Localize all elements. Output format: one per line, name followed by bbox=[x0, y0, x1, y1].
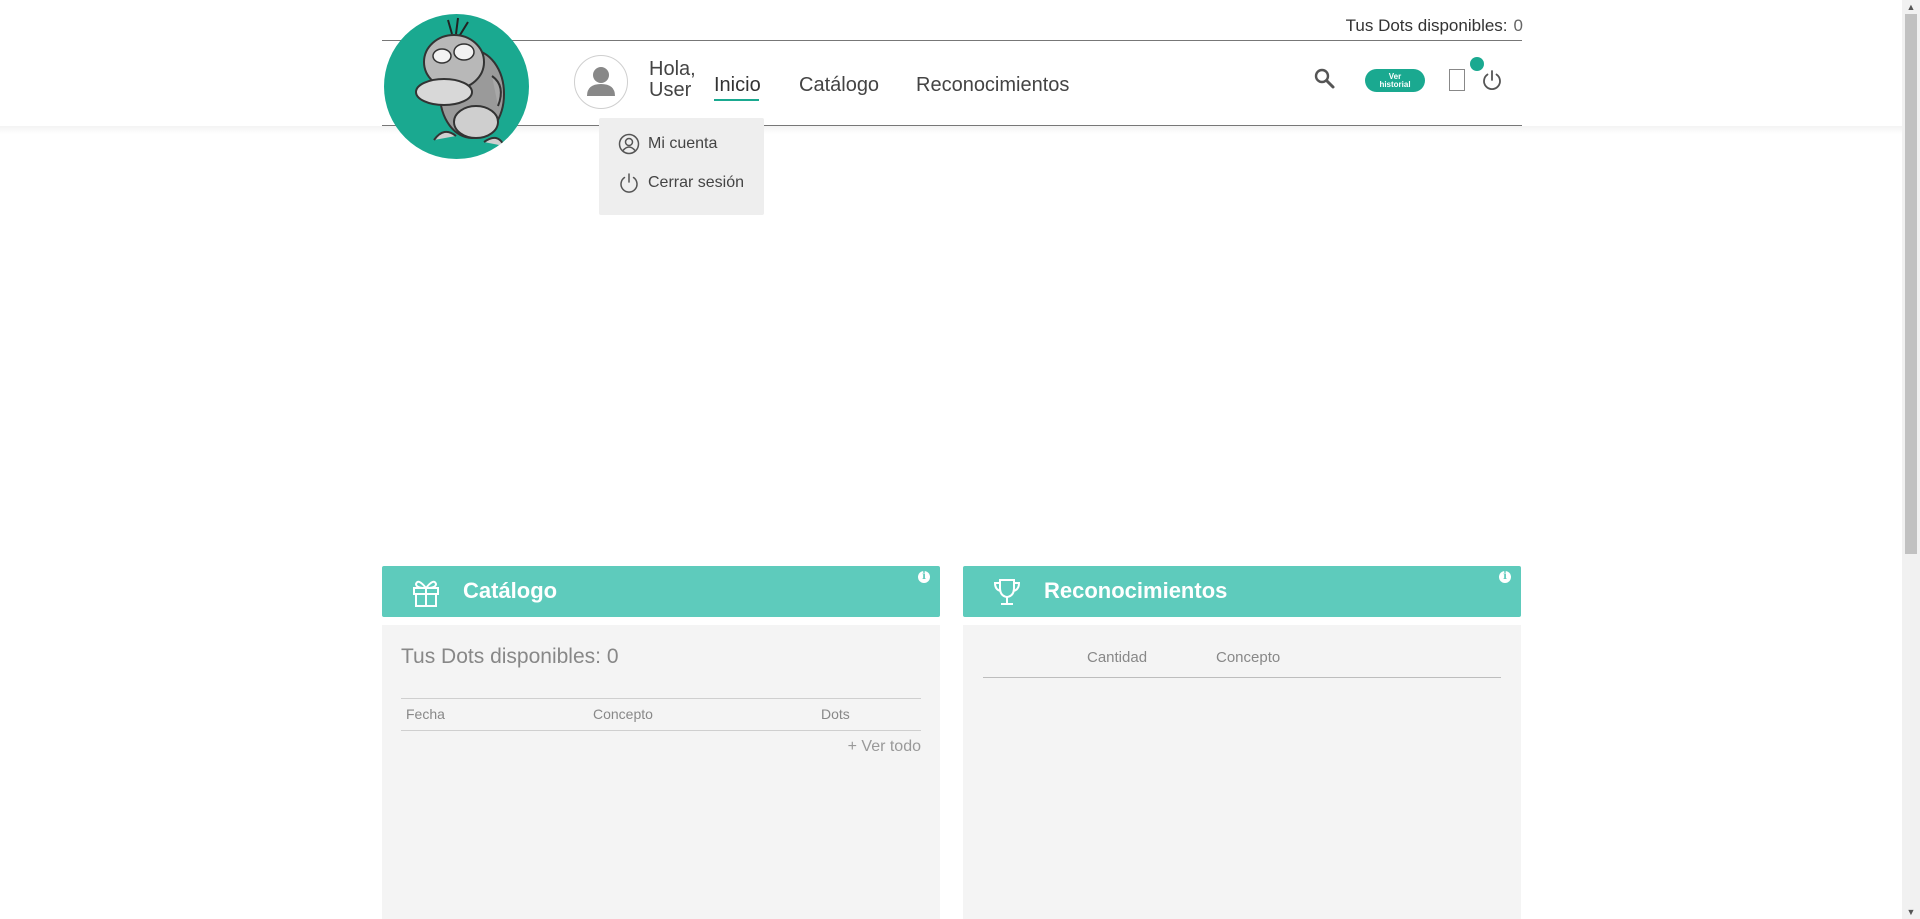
greeting-line-1: Hola, bbox=[649, 58, 696, 80]
ver-historial-button[interactable]: Ver historial bbox=[1365, 69, 1425, 92]
catalogo-panel-header: Catálogo i bbox=[382, 566, 940, 617]
nav-reconocimientos[interactable]: Reconocimientos bbox=[916, 74, 1069, 97]
duck-mascot-icon bbox=[415, 17, 505, 147]
menu-item-label: Cerrar sesión bbox=[648, 174, 745, 191]
brand-logo[interactable] bbox=[384, 14, 529, 159]
reconocimientos-panel-body: Cantidad Concepto bbox=[963, 625, 1521, 919]
catalogo-panel-title: Catálogo bbox=[463, 578, 558, 603]
menu-item-mi-cuenta[interactable]: Mi cuenta bbox=[618, 133, 717, 155]
table-divider bbox=[983, 677, 1501, 678]
reconocimientos-panel-header: Reconocimientos i bbox=[963, 566, 1521, 617]
nav-inicio[interactable]: Inicio bbox=[714, 74, 761, 97]
user-silhouette-icon bbox=[587, 67, 615, 96]
info-icon[interactable]: i bbox=[1499, 571, 1511, 583]
power-icon bbox=[620, 173, 638, 193]
catalogo-dots-available: Tus Dots disponibles: 0 bbox=[401, 645, 619, 668]
user-circle-icon bbox=[618, 133, 640, 155]
catalogo-panel-body: Tus Dots disponibles: 0 Fecha Concepto D… bbox=[382, 625, 940, 919]
greeting-username: User bbox=[649, 79, 692, 101]
gift-icon bbox=[413, 580, 439, 607]
nav-catalogo[interactable]: Catálogo bbox=[799, 74, 879, 97]
scroll-up-arrow-icon[interactable]: ▲ bbox=[1902, 0, 1920, 14]
trophy-icon bbox=[993, 579, 1021, 605]
dots-available-value: 0 bbox=[1513, 16, 1523, 35]
nav-active-indicator bbox=[714, 99, 759, 101]
ver-todo-link[interactable]: + Ver todo bbox=[848, 738, 921, 756]
header-divider-top bbox=[382, 40, 1522, 41]
column-header-concepto: Concepto bbox=[593, 706, 653, 722]
user-avatar[interactable] bbox=[574, 55, 628, 109]
column-header-fecha: Fecha bbox=[406, 706, 445, 722]
menu-item-cerrar-sesion[interactable]: Cerrar sesión bbox=[618, 172, 744, 194]
dots-available-top: Tus Dots disponibles: 0 bbox=[1346, 16, 1523, 36]
column-header-cantidad: Cantidad bbox=[1087, 649, 1148, 666]
header-shadow bbox=[0, 126, 1902, 134]
reconocimientos-panel-title: Reconocimientos bbox=[1044, 578, 1228, 603]
dots-available-label: Tus Dots disponibles: bbox=[1345, 16, 1508, 35]
scrollbar-thumb[interactable] bbox=[1905, 14, 1917, 554]
info-icon[interactable]: i bbox=[918, 571, 930, 583]
search-icon[interactable] bbox=[1313, 67, 1337, 91]
column-header-dots: Dots bbox=[821, 706, 850, 722]
user-greeting: Hola, User bbox=[649, 59, 696, 101]
device-icon[interactable] bbox=[1449, 69, 1465, 91]
user-dropdown-menu: Mi cuenta Cerrar sesión bbox=[599, 118, 764, 215]
column-header-concepto: Concepto bbox=[1216, 649, 1281, 666]
power-icon[interactable] bbox=[1480, 68, 1504, 92]
scroll-down-arrow-icon[interactable]: ▼ bbox=[1902, 905, 1920, 919]
table-divider bbox=[401, 698, 921, 699]
menu-item-label: Mi cuenta bbox=[648, 135, 718, 152]
ver-historial-label-2: historial bbox=[1379, 79, 1411, 89]
table-divider bbox=[401, 730, 921, 731]
